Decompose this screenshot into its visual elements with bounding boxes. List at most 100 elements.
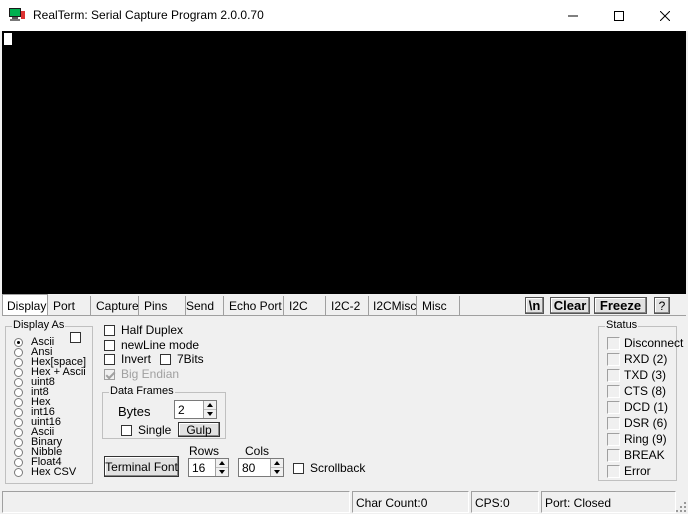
radio-hex-csv[interactable]: Hex CSV bbox=[14, 466, 77, 478]
checkbox-box bbox=[104, 324, 115, 336]
terminal-display[interactable] bbox=[2, 31, 686, 294]
gulp-button[interactable]: Gulp bbox=[178, 422, 220, 437]
invert-checkbox[interactable]: Invert bbox=[104, 352, 151, 366]
newline-mode-checkbox[interactable]: newLine mode bbox=[104, 338, 199, 352]
char-count: Char Count:0 bbox=[352, 491, 469, 513]
bytes-spinner[interactable]: 2 bbox=[174, 400, 217, 419]
tab-display[interactable]: Display bbox=[2, 294, 48, 315]
tab-echo-port[interactable]: Echo Port bbox=[225, 296, 284, 316]
status-disconnect[interactable]: Disconnect bbox=[607, 336, 683, 350]
spinner-up-button[interactable] bbox=[204, 401, 216, 410]
seven-bits-checkbox[interactable]: 7Bits bbox=[160, 352, 204, 366]
minimize-button[interactable] bbox=[550, 0, 596, 31]
cps-counter: CPS:0 bbox=[471, 491, 539, 513]
port-status: Port: Closed bbox=[541, 491, 676, 513]
tab-port[interactable]: Port bbox=[49, 296, 91, 316]
radio-circle bbox=[14, 467, 23, 477]
tab-i2c-2[interactable]: I2C-2 bbox=[327, 296, 369, 316]
newline-button[interactable]: \n bbox=[525, 297, 544, 314]
status-label: DSR (6) bbox=[624, 416, 668, 430]
arrow-up-icon bbox=[274, 460, 280, 465]
status-break: BREAK bbox=[607, 448, 665, 462]
radio-circle bbox=[14, 417, 23, 427]
status-led bbox=[607, 336, 620, 350]
radio-circle bbox=[14, 397, 23, 407]
cols-label: Cols bbox=[245, 444, 270, 458]
radio-circle bbox=[14, 447, 23, 457]
rows-value: 16 bbox=[192, 461, 206, 475]
half-duplex-checkbox[interactable]: Half Duplex bbox=[104, 323, 183, 337]
spinner-up-button[interactable] bbox=[216, 459, 228, 468]
tab-i2cmisc[interactable]: I2CMisc bbox=[369, 296, 417, 316]
arrow-up-icon bbox=[219, 460, 225, 465]
tab-capture[interactable]: Capture bbox=[92, 296, 139, 316]
maximize-button[interactable] bbox=[596, 0, 642, 31]
help-button[interactable]: ? bbox=[654, 297, 670, 314]
radio-circle bbox=[14, 337, 23, 347]
display-as-title: Display As bbox=[12, 319, 66, 332]
status-label: CTS (8) bbox=[624, 384, 666, 398]
status-bar: Char Count:0 CPS:0 Port: Closed bbox=[0, 490, 688, 514]
bytes-label: Bytes bbox=[118, 404, 151, 419]
bytes-value: 2 bbox=[178, 403, 185, 417]
freeze-button[interactable]: Freeze bbox=[594, 297, 647, 314]
radio-circle bbox=[14, 427, 23, 437]
display-panel: Display As Ascii Ansi Hex[space] Hex + A… bbox=[2, 316, 686, 488]
status-led bbox=[607, 368, 620, 382]
spinner-up-button[interactable] bbox=[271, 459, 283, 468]
arrow-down-icon bbox=[274, 469, 280, 474]
close-button[interactable] bbox=[642, 0, 688, 31]
checkbox-box bbox=[104, 339, 115, 351]
status-ring: Ring (9) bbox=[607, 432, 667, 446]
single-checkbox[interactable]: Single bbox=[121, 423, 171, 437]
radio-circle bbox=[14, 437, 23, 447]
tab-pins[interactable]: Pins bbox=[140, 296, 186, 316]
checkbox-label: Big Endian bbox=[121, 367, 180, 381]
checkbox-box bbox=[160, 353, 171, 365]
status-dsr: DSR (6) bbox=[607, 416, 667, 430]
tab-send[interactable]: Send bbox=[182, 296, 224, 316]
cols-spinner[interactable]: 80 bbox=[238, 458, 284, 477]
rows-label: Rows bbox=[189, 444, 220, 458]
status-led bbox=[607, 464, 620, 478]
checkbox-box bbox=[121, 424, 132, 436]
data-frames-group: Data Frames Bytes 2 Single Gulp bbox=[102, 385, 226, 439]
app-icon bbox=[9, 8, 25, 21]
resize-grip-icon[interactable] bbox=[676, 502, 686, 512]
checkbox-label: newLine mode bbox=[121, 338, 200, 352]
status-dcd: DCD (1) bbox=[607, 400, 668, 414]
status-error: Error bbox=[607, 464, 651, 478]
spinner-down-button[interactable] bbox=[216, 468, 228, 477]
status-rxd: RXD (2) bbox=[607, 352, 667, 366]
big-endian-checkbox[interactable]: Big Endian bbox=[104, 367, 179, 381]
status-led bbox=[607, 416, 620, 430]
radio-circle bbox=[14, 357, 23, 367]
radio-circle bbox=[14, 377, 23, 387]
spinner-down-button[interactable] bbox=[204, 410, 216, 419]
checkbox-label: Scrollback bbox=[310, 461, 366, 475]
clear-button[interactable]: Clear bbox=[550, 297, 590, 314]
checkbox-label: Invert bbox=[121, 352, 152, 366]
data-frames-title: Data Frames bbox=[109, 385, 175, 398]
arrow-down-icon bbox=[219, 469, 225, 474]
status-label: RXD (2) bbox=[624, 352, 668, 366]
status-txd: TXD (3) bbox=[607, 368, 666, 382]
radio-circle bbox=[14, 387, 23, 397]
display-as-checkbox[interactable] bbox=[70, 332, 81, 343]
status-label: Disconnect bbox=[624, 336, 684, 350]
radio-label: Hex CSV bbox=[31, 466, 77, 478]
status-label: DCD (1) bbox=[624, 400, 668, 414]
tab-misc[interactable]: Misc bbox=[418, 296, 460, 316]
checkbox-box bbox=[104, 368, 115, 380]
status-label: BREAK bbox=[624, 448, 665, 462]
status-label: Ring (9) bbox=[624, 432, 667, 446]
terminal-font-button[interactable]: Terminal Font bbox=[104, 456, 179, 477]
status-led bbox=[607, 432, 620, 446]
tab-i2c[interactable]: I2C bbox=[285, 296, 326, 316]
spinner-down-button[interactable] bbox=[271, 468, 283, 477]
statusbar-message bbox=[2, 491, 350, 513]
checkbox-box bbox=[104, 353, 115, 365]
title-bar: RealTerm: Serial Capture Program 2.0.0.7… bbox=[0, 0, 688, 31]
rows-spinner[interactable]: 16 bbox=[188, 458, 229, 477]
scrollback-checkbox[interactable]: Scrollback bbox=[293, 461, 365, 475]
